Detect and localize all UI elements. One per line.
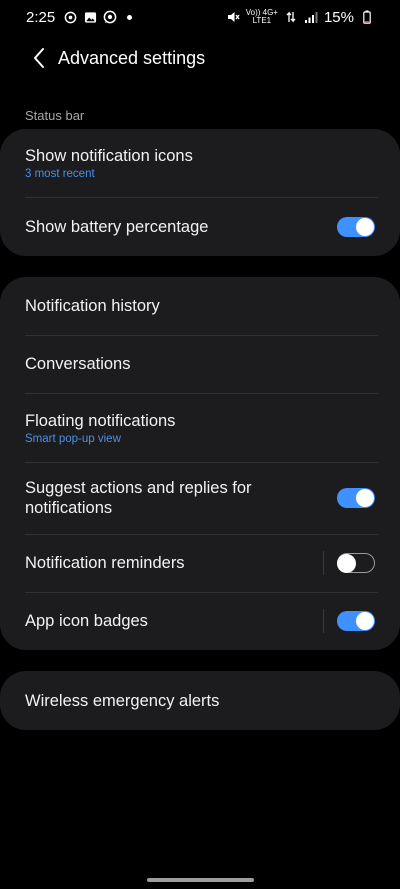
network-label: Vo)) 4G+ LTE1 [246, 9, 278, 25]
toggle-group [323, 551, 375, 575]
sync-icon [63, 10, 77, 24]
app-bar: Advanced settings [0, 38, 400, 78]
section-header-status-bar: Status bar [25, 108, 85, 123]
row-text: Suggest actions and replies for notifica… [25, 478, 285, 518]
row-title: Wireless emergency alerts [25, 691, 220, 710]
battery-icon [360, 10, 374, 24]
setting-floating-notifications[interactable]: Floating notifications Smart pop-up view [0, 393, 400, 462]
network-line-2: LTE1 [252, 16, 272, 25]
setting-show-battery-percentage[interactable]: Show battery percentage [0, 197, 400, 256]
notification-settings-card: Notification history Conversations Float… [0, 277, 400, 650]
toggle-knob [356, 489, 374, 507]
suggest-actions-toggle[interactable] [337, 488, 375, 508]
status-bar-settings-card: Show notification icons 3 most recent Sh… [0, 129, 400, 256]
row-title: Show battery percentage [25, 217, 209, 236]
row-text: Wireless emergency alerts [25, 691, 219, 711]
whatsapp-icon [103, 10, 117, 24]
toggle-knob [356, 217, 374, 236]
row-title: Floating notifications [25, 411, 176, 430]
gallery-icon [83, 10, 97, 24]
chevron-left-icon [34, 48, 44, 68]
row-title: Suggest actions and replies for notifica… [25, 479, 252, 517]
setting-app-icon-badges[interactable]: App icon badges [0, 592, 400, 650]
vertical-divider [323, 609, 324, 633]
home-gesture-bar[interactable] [147, 878, 254, 882]
row-title: Conversations [25, 355, 131, 373]
toggle-knob [356, 612, 374, 630]
setting-notification-reminders[interactable]: Notification reminders [0, 534, 400, 592]
toggle-group [323, 609, 375, 633]
row-text: Show battery percentage [25, 217, 208, 237]
notification-dot-icon [127, 14, 133, 20]
row-text: Notification reminders [25, 553, 185, 573]
row-text: Notification history [25, 296, 160, 316]
notification-reminders-toggle[interactable] [337, 553, 375, 573]
status-bar-left: 2:25 [26, 8, 133, 26]
status-bar-right: Vo)) 4G+ LTE1 15% [226, 9, 374, 26]
page-title: Advanced settings [58, 47, 206, 68]
setting-notification-history[interactable]: Notification history [0, 277, 400, 335]
toggle-knob [337, 553, 356, 573]
status-bar: 2:25 Vo)) 4G+ LTE1 15% [0, 0, 400, 34]
setting-suggest-actions-and-replies[interactable]: Suggest actions and replies for notifica… [0, 462, 400, 534]
row-title: Notification history [25, 297, 160, 315]
row-text: Conversations [25, 354, 130, 374]
row-subtitle: Smart pop-up view [25, 432, 121, 445]
battery-percentage-toggle[interactable] [337, 216, 375, 237]
status-time: 2:25 [26, 8, 56, 26]
row-text: Floating notifications Smart pop-up view [25, 411, 175, 445]
row-title: Show notification icons [25, 147, 193, 165]
signal-icon [304, 10, 318, 24]
row-text: App icon badges [25, 611, 148, 631]
vertical-divider [323, 551, 324, 575]
data-arrows-icon [284, 10, 298, 24]
app-icon-badges-toggle[interactable] [337, 611, 375, 631]
mute-icon [226, 10, 240, 24]
back-button[interactable] [14, 38, 64, 78]
setting-conversations[interactable]: Conversations [0, 335, 400, 393]
row-text: Show notification icons 3 most recent [25, 146, 193, 180]
row-subtitle: 3 most recent [25, 168, 95, 180]
alerts-settings-card: Wireless emergency alerts [0, 671, 400, 730]
row-title: App icon badges [25, 612, 148, 630]
battery-percentage: 15% [323, 8, 354, 26]
setting-show-notification-icons[interactable]: Show notification icons 3 most recent [0, 129, 400, 197]
setting-wireless-emergency-alerts[interactable]: Wireless emergency alerts [0, 671, 400, 730]
row-title: Notification reminders [25, 554, 185, 572]
